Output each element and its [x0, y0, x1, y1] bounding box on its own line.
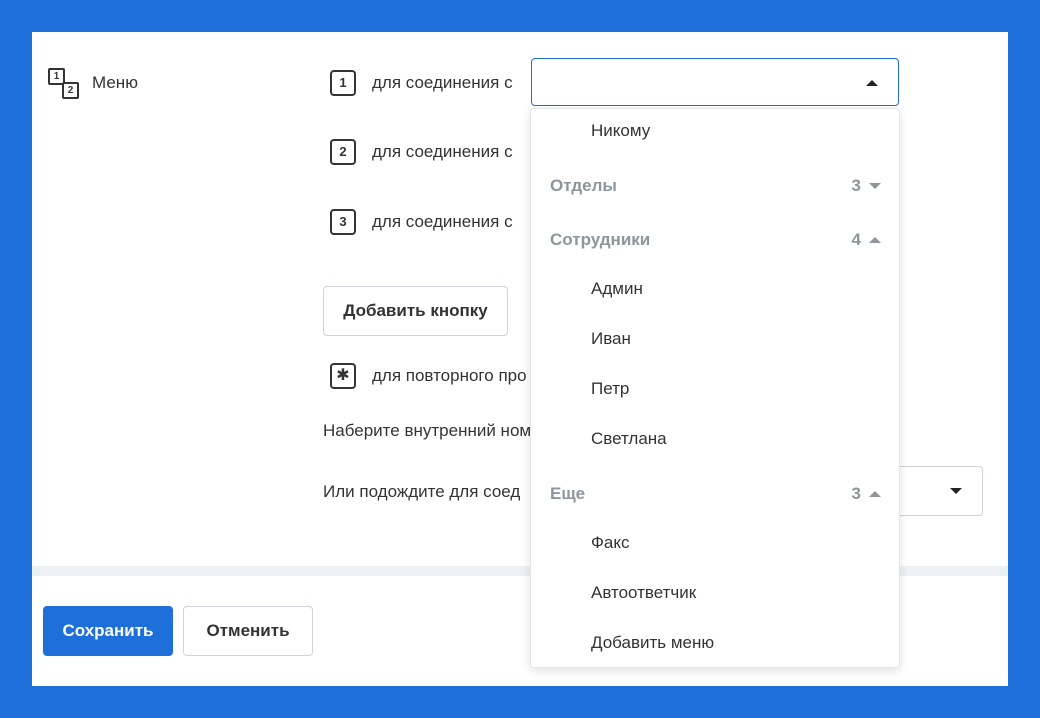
key-row-1: 1 для соединения с — [330, 68, 513, 98]
save-button[interactable]: Сохранить — [43, 606, 173, 656]
option-employee[interactable]: Петр — [591, 379, 629, 399]
menu-label: 1 2 Меню — [46, 66, 138, 100]
star-key-icon: ✱ — [330, 363, 356, 389]
key-3-icon: 3 — [330, 209, 356, 235]
option-more[interactable]: Добавить меню — [591, 633, 714, 653]
key-2-icon: 2 — [330, 139, 356, 165]
option-employee[interactable]: Админ — [591, 279, 643, 299]
wait-target-select[interactable] — [892, 466, 983, 516]
key-row-2: 2 для соединения с — [330, 137, 513, 167]
connect-target-select-1[interactable] — [531, 58, 899, 106]
caret-up-icon — [869, 237, 881, 243]
key-1-icon: 1 — [330, 70, 356, 96]
option-employee[interactable]: Иван — [591, 329, 631, 349]
group-count: 3 — [851, 484, 861, 503]
extension-hint: Наберите внутренний ном — [323, 421, 532, 440]
keypad-1-2-icon: 1 2 — [46, 66, 80, 100]
group-label: Сотрудники — [550, 230, 651, 249]
option-nobody[interactable]: Никому — [591, 121, 650, 141]
key-row-3: 3 для соединения с — [330, 207, 513, 237]
menu-label-text: Меню — [92, 73, 138, 92]
group-departments[interactable]: Отделы 3 — [550, 175, 881, 197]
group-label: Еще — [550, 484, 586, 503]
wait-hint: Или подождите для соед — [323, 482, 521, 501]
caret-up-icon — [866, 80, 878, 86]
connect-target-dropdown: Никому Отделы 3 Сотрудники 4 Админ Иван … — [530, 108, 900, 668]
group-more[interactable]: Еще 3 — [550, 483, 881, 505]
key-row-text: для соединения с — [372, 142, 513, 161]
key-row-text: для соединения с — [372, 212, 513, 231]
add-button[interactable]: Добавить кнопку — [323, 286, 508, 336]
menu-settings-panel: 1 2 Меню 1 для соединения с 2 для соедин… — [32, 32, 1008, 686]
option-more[interactable]: Автоответчик — [591, 583, 696, 603]
caret-up-icon — [869, 491, 881, 497]
key-row-text: для повторного про — [372, 366, 527, 385]
group-count: 3 — [851, 176, 861, 195]
option-employee[interactable]: Светлана — [591, 429, 667, 449]
key-row-text: для соединения с — [372, 73, 513, 92]
caret-down-icon — [950, 488, 962, 494]
key-row-star: ✱ для повторного про — [330, 361, 527, 391]
group-employees[interactable]: Сотрудники 4 — [550, 229, 881, 251]
option-more[interactable]: Факс — [591, 533, 630, 553]
cancel-button[interactable]: Отменить — [183, 606, 313, 656]
caret-down-icon — [869, 183, 881, 189]
group-count: 4 — [851, 230, 861, 249]
group-label: Отделы — [550, 176, 617, 195]
